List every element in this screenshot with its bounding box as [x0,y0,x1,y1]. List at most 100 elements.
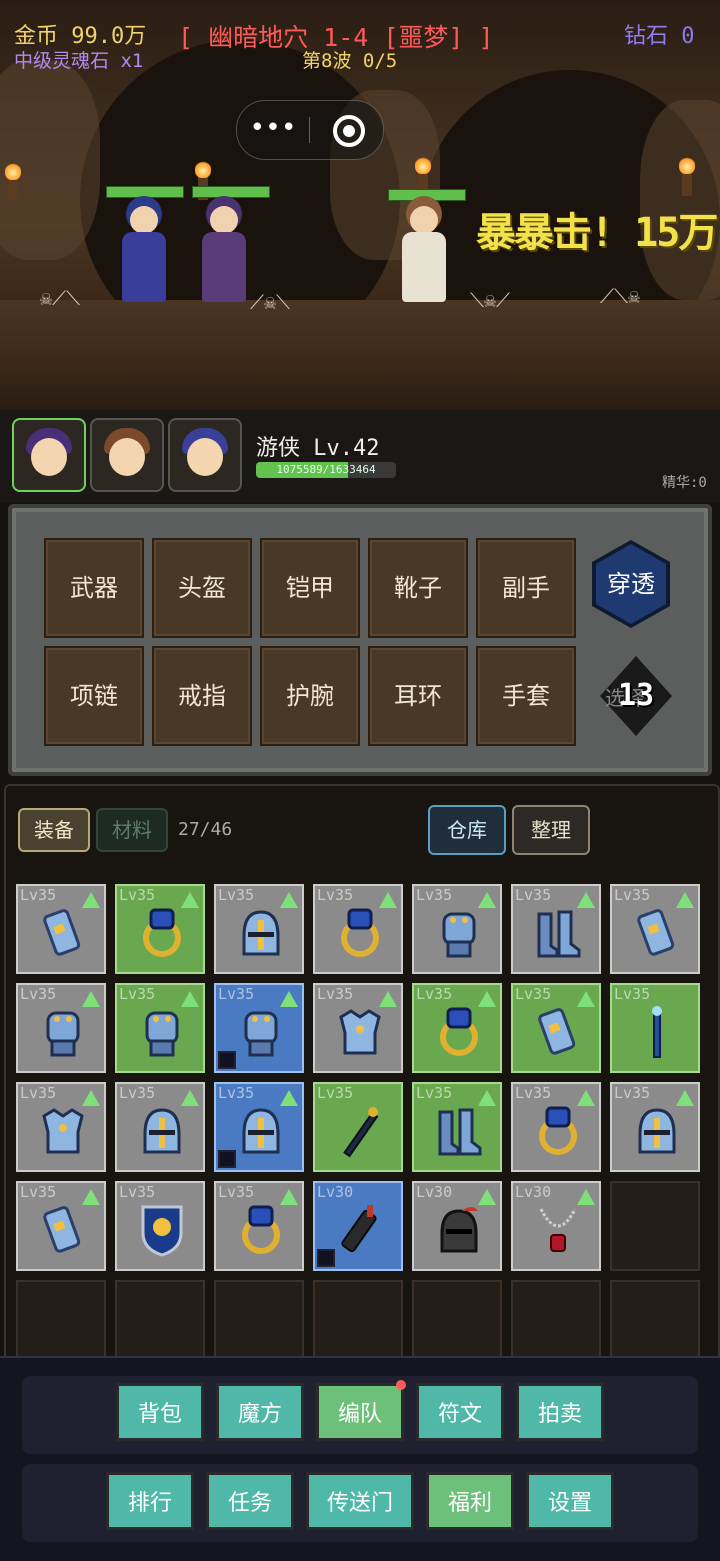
ring-icon [440,1007,478,1056]
item-level: Lv35 [218,886,255,904]
inventory-item[interactable]: Lv35 [214,1181,304,1271]
ring-icon [143,908,181,957]
inventory-item[interactable]: Lv35 [313,983,403,1073]
upgrade-arrow-icon [577,1090,595,1106]
upgrade-arrow-icon [181,1090,199,1106]
inventory-item[interactable]: Lv35 [214,1082,304,1172]
nav-welfare-button[interactable]: 福利 [426,1472,514,1530]
bracer-icon [43,1206,81,1253]
ally-hp-bar [388,189,466,201]
inventory-item[interactable]: Lv30 [511,1181,601,1271]
item-level: Lv35 [416,1084,453,1102]
top-hud: 金币 99.0万 中级灵魂石 x1 [ 幽暗地穴 1-4 [噩梦] ] 第8波 … [0,0,720,80]
gauntlet-icon [244,1011,278,1057]
inventory-item[interactable]: Lv30 [412,1181,502,1271]
nav-rune-button[interactable]: 符文 [416,1383,504,1441]
nav-ranking-button[interactable]: 排行 [106,1472,194,1530]
inventory-item[interactable]: Lv35 [115,1181,205,1271]
inventory-item[interactable]: Lv35 [412,983,502,1073]
inventory-item[interactable]: Lv35 [115,884,205,974]
inventory-item[interactable]: Lv35 [511,884,601,974]
upgrade-arrow-icon [280,1189,298,1205]
hero-portrait-mage[interactable] [168,418,242,492]
equip-slot-weapon[interactable]: 武器 [44,538,144,638]
helmet-icon [143,1108,181,1154]
bracer-icon [637,909,675,956]
equip-slot-boots[interactable]: 靴子 [368,538,468,638]
inventory-item[interactable]: Lv35 [412,1082,502,1172]
inventory-item[interactable]: Lv35 [115,1082,205,1172]
nav-portal-button[interactable]: 传送门 [306,1472,414,1530]
inventory-item[interactable]: Lv35 [313,1082,403,1172]
equip-slot-earring[interactable]: 耳环 [368,646,468,746]
upgrade-arrow-icon [280,991,298,1007]
nav-formation-button[interactable]: 编队 [316,1383,404,1441]
equip-slot-necklace[interactable]: 项链 [44,646,144,746]
bones-icon: ☠⟋⟍ [40,286,81,310]
miniprogram-capsule: ••• [236,100,384,160]
empty-slot[interactable] [610,1181,700,1271]
shield-icon [141,1205,183,1257]
hero-portrait-ranger[interactable] [12,418,86,492]
item-level: Lv30 [515,1183,552,1201]
nav-backpack-button[interactable]: 背包 [116,1383,204,1441]
warehouse-button[interactable]: 仓库 [428,805,506,855]
item-level: Lv35 [317,1084,354,1102]
close-target-icon[interactable] [333,115,365,147]
inventory-item[interactable]: Lv35 [16,884,106,974]
item-level: Lv35 [20,886,57,904]
nav-cube-button[interactable]: 魔方 [216,1383,304,1441]
lock-icon [218,1051,236,1069]
item-level: Lv35 [20,1084,57,1102]
nav-settings-button[interactable]: 设置 [526,1472,614,1530]
inventory-item[interactable]: Lv35 [610,983,700,1073]
upgrade-arrow-icon [577,892,595,908]
inventory-item[interactable]: Lv35 [16,1181,106,1271]
upgrade-arrow-icon [478,892,496,908]
torch-icon [5,162,21,202]
torch-icon [679,156,695,196]
tab-equipment[interactable]: 装备 [18,808,90,852]
item-level: Lv35 [515,985,552,1003]
equip-slot-bracer[interactable]: 护腕 [260,646,360,746]
inventory-item[interactable]: Lv35 [610,1082,700,1172]
tab-material[interactable]: 材料 [96,808,168,852]
upgrade-arrow-icon [676,1090,694,1106]
upgrade-arrow-icon [181,991,199,1007]
hero-name-level: 游侠 Lv.42 [256,436,380,461]
priest-character [396,206,452,316]
sort-button[interactable]: 整理 [512,805,590,855]
inventory-item[interactable]: Lv35 [511,1082,601,1172]
inventory-item[interactable]: Lv35 [610,884,700,974]
lock-icon [218,1150,236,1168]
nav-auction-button[interactable]: 拍卖 [516,1383,604,1441]
inventory-item[interactable]: Lv35 [412,884,502,974]
item-level: Lv35 [20,985,57,1003]
equip-slot-offhand[interactable]: 副手 [476,538,576,638]
equip-slot-helmet[interactable]: 头盔 [152,538,252,638]
upgrade-arrow-icon [478,1090,496,1106]
inventory-item[interactable]: Lv35 [511,983,601,1073]
gauntlet-icon [145,1011,179,1057]
inventory-item[interactable]: Lv30 [313,1181,403,1271]
inventory-item[interactable]: Lv35 [313,884,403,974]
ally-hp-bar [106,186,184,198]
item-level: Lv35 [317,886,354,904]
inventory-item[interactable]: Lv35 [115,983,205,1073]
boots-icon [537,910,581,958]
inventory-item[interactable]: Lv35 [16,983,106,1073]
equip-slot-ring[interactable]: 戒指 [152,646,252,746]
item-level: Lv35 [218,1183,255,1201]
scepter-icon [343,1107,379,1158]
bracer-icon [43,909,81,956]
equip-slot-armor[interactable]: 铠甲 [260,538,360,638]
inventory-item[interactable]: Lv35 [214,983,304,1073]
equip-slot-gloves[interactable]: 手套 [476,646,576,746]
more-icon[interactable]: ••• [237,101,309,159]
hero-portrait-priest[interactable] [90,418,164,492]
nav-quest-button[interactable]: 任务 [206,1472,294,1530]
inventory-item[interactable]: Lv35 [16,1082,106,1172]
inventory-item[interactable]: Lv35 [214,884,304,974]
upgrade-arrow-icon [379,991,397,1007]
upgrade-arrow-icon [379,892,397,908]
